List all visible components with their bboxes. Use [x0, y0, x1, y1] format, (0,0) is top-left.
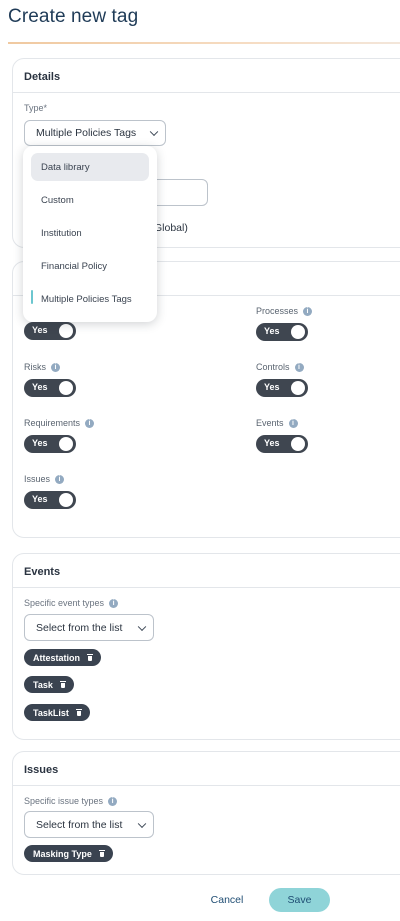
- issues-toggle[interactable]: Yes: [24, 491, 76, 509]
- event-types-label-text: Specific event types: [24, 598, 105, 608]
- issues-label-text: Issues: [24, 474, 51, 484]
- event-chip-tasklist: TaskList: [24, 704, 90, 721]
- issue-types-label-text: Specific issue types: [24, 796, 104, 806]
- events-label: Events i: [256, 417, 308, 429]
- chip-label: TaskList: [33, 707, 69, 718]
- issues-toggle-value: Yes: [32, 494, 48, 504]
- trash-icon[interactable]: [98, 850, 105, 857]
- info-icon[interactable]: i: [85, 418, 95, 428]
- dropdown-option-label: Multiple Policies Tags: [41, 293, 132, 305]
- toggle-processes: Processes i Yes: [256, 305, 313, 341]
- info-icon[interactable]: i: [51, 362, 60, 372]
- dropdown-option-institution[interactable]: Institution: [31, 219, 149, 247]
- event-types-select[interactable]: Select from the list: [24, 614, 154, 641]
- processes-label-text: Processes: [256, 306, 299, 316]
- dropdown-option-label: Data library: [41, 161, 90, 173]
- cancel-button[interactable]: Cancel: [204, 889, 250, 911]
- dropdown-option-multiple-policies-tags[interactable]: Multiple Policies Tags: [31, 285, 149, 313]
- chevron-down-icon: [137, 622, 147, 631]
- event-types-select-placeholder: Select from the list: [36, 621, 123, 634]
- dropdown-option-label: Custom: [41, 194, 74, 206]
- processes-toggle[interactable]: Yes: [256, 323, 308, 341]
- controls-label-text: Controls: [256, 362, 290, 372]
- events-toggle[interactable]: Yes: [256, 435, 308, 453]
- risks-label-text: Risks: [24, 362, 46, 372]
- page-title: Create new tag: [8, 6, 139, 27]
- issue-types-select-placeholder: Select from the list: [36, 818, 123, 831]
- info-icon[interactable]: i: [109, 598, 119, 608]
- dropdown-option-financial-policy[interactable]: Financial Policy: [31, 252, 149, 280]
- requirements-label: Requirements i: [24, 417, 95, 429]
- first-toggle-value: Yes: [32, 325, 48, 335]
- selected-indicator: [31, 290, 33, 304]
- trash-icon[interactable]: [75, 709, 82, 716]
- toggle-knob: [59, 381, 73, 395]
- event-types-label: Specific event types i: [24, 598, 119, 608]
- toggle-risks: Risks i Yes: [24, 361, 76, 397]
- toggle-issues: Issues i Yes: [24, 473, 76, 509]
- title-divider: [8, 42, 400, 44]
- risks-toggle-value: Yes: [32, 382, 48, 392]
- chevron-down-icon: [149, 127, 159, 137]
- details-header: Details: [13, 59, 400, 93]
- events-card: Events Specific event types i Select fro…: [12, 553, 400, 740]
- requirements-label-text: Requirements: [24, 418, 81, 428]
- chevron-down-icon: [137, 819, 147, 828]
- requirements-toggle[interactable]: Yes: [24, 435, 76, 453]
- chip-label: Task: [33, 679, 53, 690]
- dropdown-option-custom[interactable]: Custom: [31, 186, 149, 214]
- controls-toggle-value: Yes: [264, 382, 280, 392]
- trash-icon[interactable]: [87, 654, 93, 661]
- dropdown-option-label: Institution: [41, 227, 82, 239]
- chip-label: Masking Type: [33, 848, 92, 859]
- toggle-controls: Controls i Yes: [256, 361, 308, 397]
- info-icon[interactable]: i: [55, 474, 65, 484]
- toggle-requirements: Requirements i Yes: [24, 417, 95, 453]
- controls-toggle[interactable]: Yes: [256, 379, 308, 397]
- controls-label: Controls i: [256, 361, 308, 373]
- processes-label: Processes i: [256, 305, 313, 317]
- events-header: Events: [13, 554, 400, 588]
- event-chip-task: Task: [24, 676, 74, 693]
- toggle-knob: [59, 493, 73, 507]
- type-label: Type*: [24, 103, 48, 113]
- risks-label: Risks i: [24, 361, 76, 373]
- dropdown-option-data-library[interactable]: Data library: [31, 153, 149, 181]
- first-toggle[interactable]: Yes: [24, 322, 76, 340]
- issue-types-label: Specific issue types i: [24, 796, 118, 806]
- toggle-knob: [59, 324, 73, 338]
- type-select-value: Multiple Policies Tags: [36, 127, 137, 139]
- processes-toggle-value: Yes: [264, 326, 280, 336]
- chip-label: Attestation: [33, 652, 80, 663]
- issue-chip-masking-type: Masking Type: [24, 845, 113, 862]
- trash-icon[interactable]: [59, 681, 66, 688]
- toggle-knob: [59, 437, 73, 451]
- toggle-events: Events i Yes: [256, 417, 308, 453]
- events-toggle-value: Yes: [264, 438, 280, 448]
- type-select[interactable]: Multiple Policies Tags: [24, 120, 166, 146]
- events-label-text: Events: [256, 418, 284, 428]
- type-dropdown-menu: Data library Custom Institution Financia…: [23, 146, 157, 322]
- toggle-knob: [291, 325, 305, 339]
- toggle-knob: [291, 381, 305, 395]
- info-icon[interactable]: i: [303, 306, 313, 316]
- requirements-toggle-value: Yes: [32, 438, 48, 448]
- info-icon[interactable]: i: [294, 362, 304, 372]
- scope-partial-text: Global): [154, 222, 188, 234]
- issues-card: Issues Specific issue types i Select fro…: [12, 751, 400, 875]
- toggle-first: Yes: [24, 322, 76, 340]
- event-chip-attestation: Attestation: [24, 649, 101, 666]
- risks-toggle[interactable]: Yes: [24, 379, 76, 397]
- issues-header: Issues: [13, 752, 400, 786]
- issues-label: Issues i: [24, 473, 76, 485]
- save-button[interactable]: Save: [269, 888, 330, 912]
- info-icon[interactable]: i: [288, 418, 298, 428]
- info-icon[interactable]: i: [108, 796, 118, 806]
- toggle-knob: [291, 437, 305, 451]
- dropdown-option-label: Financial Policy: [41, 260, 107, 272]
- issue-types-select[interactable]: Select from the list: [24, 811, 154, 838]
